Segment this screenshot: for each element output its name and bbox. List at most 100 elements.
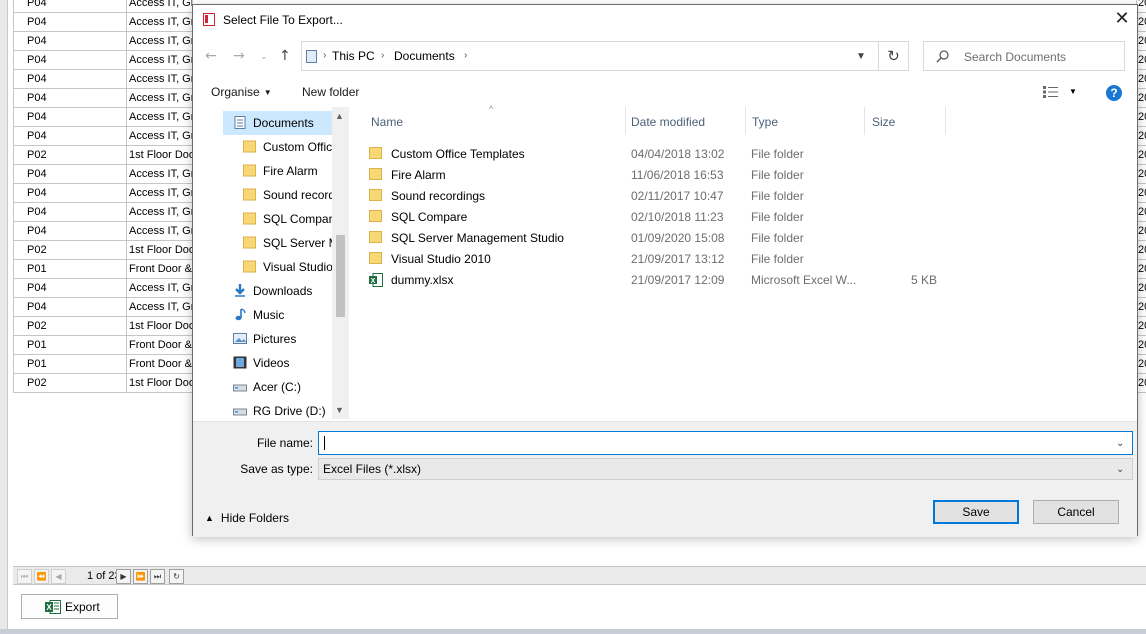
tree-item[interactable]: Acer (C:) (193, 375, 349, 399)
tree-item[interactable]: Videos (193, 351, 349, 375)
export-label: Export (65, 600, 100, 614)
refresh-icon[interactable]: ↻ (879, 41, 909, 71)
dropdown-caret-icon: ▼ (263, 88, 272, 97)
file-name-dropdown-icon[interactable]: ⌄ (1116, 438, 1124, 449)
export-button[interactable]: X Export (21, 594, 118, 619)
organise-label: Organise (211, 85, 260, 99)
tree-item-label: SQL Compare (263, 212, 340, 226)
refresh-grid-button[interactable]: ↻ (169, 569, 184, 584)
folder-icon (243, 236, 257, 249)
help-icon[interactable]: ? (1106, 85, 1122, 101)
grid-description-cell: 1st Floor Doo (127, 317, 193, 336)
scroll-up-icon[interactable]: ▲ (335, 111, 344, 121)
hide-folders-label: Hide Folders (220, 511, 289, 525)
cancel-button[interactable]: Cancel (1033, 500, 1119, 524)
back-arrow-icon[interactable]: ← (205, 48, 217, 64)
breadcrumb-this-pc[interactable]: This PC (332, 49, 375, 63)
tree-item[interactable]: RG Drive (D:) (193, 399, 349, 419)
grid-description-cell: Front Door & (127, 355, 193, 374)
grid-code-cell: P01 (13, 260, 127, 279)
file-date-modified: 21/09/2017 12:09 (631, 273, 725, 287)
file-row[interactable]: Xdummy.xlsx 21/09/2017 12:09 Microsoft Exc… (353, 269, 943, 290)
up-arrow-icon[interactable]: ↑ (279, 48, 291, 64)
grid-right-cell: 20 (1137, 260, 1146, 279)
tree-item[interactable]: Sound record (193, 183, 349, 207)
hide-folders-toggle[interactable]: ▲ Hide Folders (205, 511, 289, 525)
grid-description-cell: Access IT, Gr (127, 279, 193, 298)
navigation-pane: Documents Custom Offic Fire Alarm Sound rec… (193, 107, 351, 419)
file-name: SQL Compare (391, 210, 468, 224)
address-dropdown-icon[interactable]: ▼ (856, 51, 866, 62)
new-folder-button[interactable]: New folder (302, 85, 359, 99)
file-date-modified: 01/09/2020 15:08 (631, 231, 725, 245)
address-bar[interactable]: › This PC › Documents › ▼ (301, 41, 879, 71)
tree-item-label: Downloads (253, 284, 313, 298)
forward-arrow-icon[interactable]: → (233, 48, 245, 64)
grid-code-cell: P04 (13, 279, 127, 298)
grid-code-cell: P04 (13, 51, 127, 70)
breadcrumb-separator-icon[interactable]: › (464, 50, 467, 61)
file-row[interactable]: SQL Server Management Studio 01/09/2020 1… (353, 227, 943, 248)
tree-item[interactable]: Music (193, 303, 349, 327)
file-row[interactable]: Sound recordings 02/11/2017 10:47 File fol… (353, 185, 943, 206)
folder-icon (369, 210, 383, 222)
tree-item-label: Documents (253, 116, 314, 130)
tree-item[interactable]: Downloads (193, 279, 349, 303)
file-type: File folder (751, 168, 804, 182)
view-dropdown-icon[interactable]: ▼ (1069, 87, 1077, 96)
last-page-button[interactable]: ⏭ (150, 569, 165, 584)
recent-locations-chevron-icon[interactable]: ⌄ (260, 52, 268, 62)
file-list: Name ^ Date modified Type Size Custom Of… (353, 104, 1137, 419)
search-box[interactable]: Search Documents (923, 41, 1125, 71)
column-header-size[interactable]: Size (865, 107, 946, 135)
file-name: Fire Alarm (391, 168, 446, 182)
file-name-input[interactable]: ⌄ (318, 431, 1133, 455)
scrollbar-thumb[interactable] (336, 235, 345, 317)
save-as-type-select[interactable]: Excel Files (*.xlsx) ⌄ (318, 458, 1133, 480)
column-header-type[interactable]: Type (746, 107, 866, 135)
save-as-type-dropdown-icon[interactable]: ⌄ (1116, 464, 1124, 475)
breadcrumb-separator-icon[interactable]: › (381, 50, 384, 61)
tree-item[interactable]: SQL Server M (193, 231, 349, 255)
tree-item-label: RG Drive (D:) (253, 404, 326, 418)
next-group-button[interactable]: ⏩ (133, 569, 148, 584)
next-page-button[interactable]: ▶ (116, 569, 131, 584)
save-button[interactable]: Save (933, 500, 1019, 524)
folder-icon (369, 252, 383, 264)
grid-description-cell: 1st Floor Doo (127, 374, 193, 393)
prev-group-button[interactable]: ⏪ (34, 569, 49, 584)
grid-description-cell: Access IT, Gr (127, 203, 193, 222)
navigation-pane-scrollbar[interactable]: ▲ ▼ (332, 107, 349, 419)
grid-code-cell: P01 (13, 336, 127, 355)
file-row[interactable]: Visual Studio 2010 21/09/2017 13:12 File f… (353, 248, 943, 269)
column-type-label: Type (752, 115, 779, 129)
grid-description-cell: Access IT, Gr (127, 32, 193, 51)
column-divider[interactable] (945, 107, 946, 135)
tree-item[interactable]: SQL Compare (193, 207, 349, 231)
music-icon (233, 308, 247, 321)
tree-item[interactable]: Pictures (193, 327, 349, 351)
tree-item[interactable]: Visual Studio (193, 255, 349, 279)
file-row[interactable]: Custom Office Templates 04/04/2018 13:02 F… (353, 143, 943, 164)
view-options-icon[interactable] (1043, 86, 1058, 98)
grid-code-cell: P04 (13, 89, 127, 108)
first-page-button[interactable]: ⏮ (17, 569, 32, 584)
close-button[interactable]: ✕ (1111, 9, 1133, 31)
prev-page-button[interactable]: ◀ (51, 569, 66, 584)
organise-menu[interactable]: Organise ▼ (211, 85, 272, 99)
grid-code-cell: P04 (13, 184, 127, 203)
file-name-label: File name: (256, 436, 313, 450)
file-date-modified: 11/06/2018 16:53 (631, 168, 724, 182)
tree-item[interactable]: Fire Alarm (193, 159, 349, 183)
column-header-name[interactable]: Name ^ (353, 104, 626, 135)
download-icon (233, 284, 247, 297)
column-header-date[interactable]: Date modified (626, 107, 746, 135)
tree-item[interactable]: Documents (223, 111, 337, 135)
tree-item[interactable]: Custom Offic (193, 135, 349, 159)
scroll-down-icon[interactable]: ▼ (335, 405, 344, 415)
documents-icon (233, 116, 247, 129)
breadcrumb-documents[interactable]: Documents (394, 49, 455, 63)
breadcrumb-separator-icon[interactable]: › (323, 50, 326, 61)
file-row[interactable]: Fire Alarm 11/06/2018 16:53 File folder (353, 164, 943, 185)
file-row[interactable]: SQL Compare 02/10/2018 11:23 File folder (353, 206, 943, 227)
